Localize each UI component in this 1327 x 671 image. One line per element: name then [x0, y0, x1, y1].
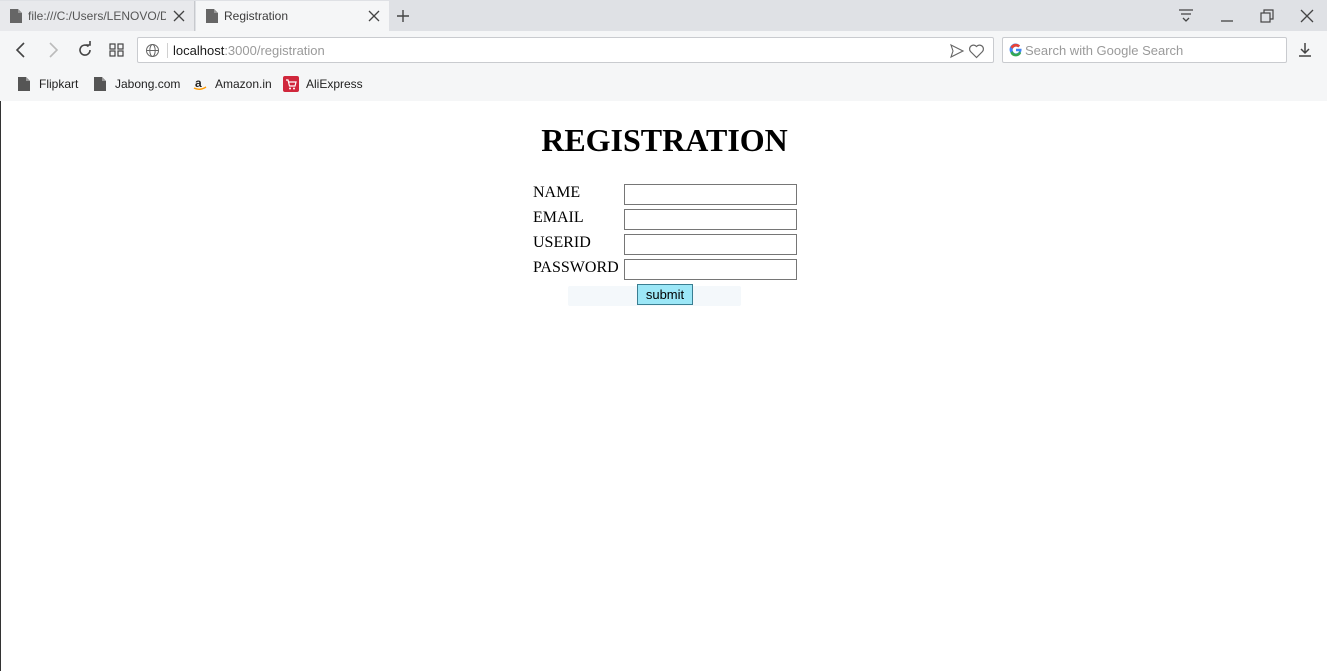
bookmark-aliexpress[interactable]: AliExpress	[283, 75, 363, 93]
tab-registration[interactable]: Registration	[196, 1, 389, 31]
address-bar[interactable]: localhost:3000/registration	[137, 37, 994, 63]
reload-icon[interactable]	[75, 40, 95, 60]
bookmark-flipkart[interactable]: Flipkart	[16, 75, 78, 93]
forward-icon[interactable]	[43, 40, 63, 60]
bookmark-label: Amazon.in	[215, 77, 272, 91]
search-input[interactable]	[1025, 39, 1280, 61]
send-icon[interactable]	[949, 43, 965, 59]
page-content: REGISTRATION NAME EMAIL USERID PASSWORD …	[0, 101, 1327, 671]
close-tab-icon[interactable]	[172, 9, 186, 23]
bookmark-jabong[interactable]: Jabong.com	[92, 75, 180, 93]
tab-title: Registration	[224, 9, 289, 23]
heart-icon[interactable]	[968, 43, 985, 59]
bookmark-label: Jabong.com	[115, 77, 181, 91]
amazon-icon: a	[193, 76, 207, 90]
page-icon	[94, 77, 106, 91]
bookmark-label: AliExpress	[306, 77, 363, 91]
tab-menu-icon[interactable]	[1176, 6, 1196, 26]
svg-text:a: a	[195, 76, 202, 90]
new-tab-icon[interactable]	[394, 7, 412, 25]
google-icon	[1009, 43, 1022, 57]
restore-icon[interactable]	[1257, 6, 1277, 26]
tab-title: file:///C:/Users/LENOVO/D	[28, 9, 166, 23]
password-input[interactable]	[624, 259, 797, 280]
back-icon[interactable]	[11, 40, 31, 60]
document-icon	[206, 9, 218, 23]
page-icon	[18, 77, 30, 91]
navigation-toolbar: localhost:3000/registration	[0, 31, 1327, 69]
minimize-icon[interactable]	[1217, 6, 1237, 26]
bookmark-label: Flipkart	[39, 77, 79, 91]
bookmark-amazon[interactable]: a Amazon.in	[192, 75, 272, 93]
search-bar	[1002, 37, 1287, 63]
download-icon[interactable]	[1296, 41, 1314, 59]
close-tab-icon[interactable]	[367, 9, 381, 23]
address-separator	[167, 43, 168, 58]
document-icon	[10, 9, 22, 23]
page-title: REGISTRATION	[541, 122, 788, 158]
email-label: EMAIL	[533, 209, 584, 226]
speed-dial-icon[interactable]	[107, 40, 127, 60]
submit-button[interactable]: submit	[637, 284, 693, 305]
aliexpress-icon	[283, 76, 299, 92]
bookmarks-bar: Flipkart Jabong.com a Amazon.in AliExpre…	[0, 69, 1327, 100]
name-label: NAME	[533, 184, 581, 201]
password-label: PASSWORD	[533, 259, 619, 276]
tab-strip: file:///C:/Users/LENOVO/D Registration	[0, 0, 1327, 31]
address-text[interactable]: localhost:3000/registration	[173, 43, 325, 58]
userid-label: USERID	[533, 234, 591, 251]
email-input[interactable]	[624, 209, 797, 230]
tab-file[interactable]: file:///C:/Users/LENOVO/D	[0, 1, 195, 31]
userid-input[interactable]	[624, 234, 797, 255]
globe-icon	[146, 44, 159, 57]
address-path: :3000/registration	[224, 43, 325, 58]
browser-chrome: file:///C:/Users/LENOVO/D Registration l…	[0, 0, 1327, 102]
name-input[interactable]	[624, 184, 797, 205]
address-host: localhost	[173, 43, 225, 58]
window-close-icon[interactable]	[1297, 6, 1317, 26]
